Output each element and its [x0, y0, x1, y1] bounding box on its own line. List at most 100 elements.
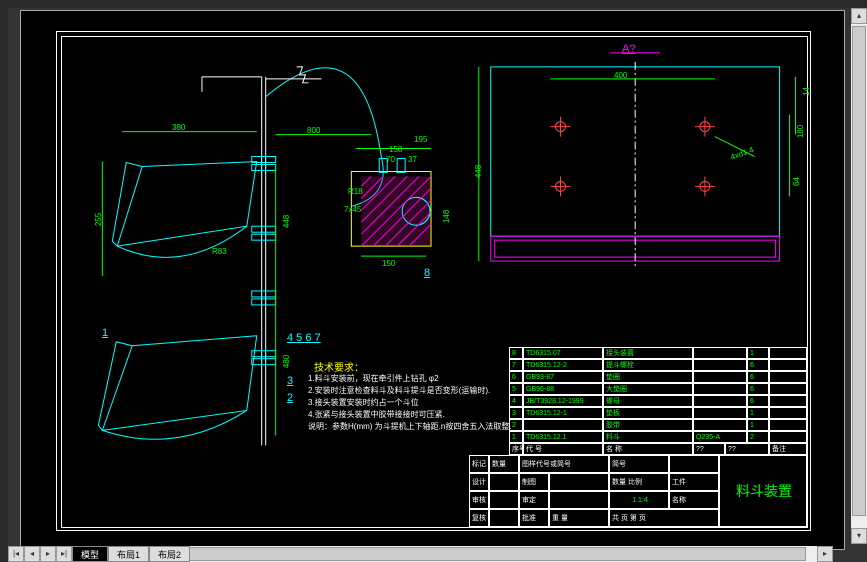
- notes-title: 技术要求：: [314, 359, 364, 374]
- bom-r2-no: 2: [509, 419, 523, 431]
- leader-1: 1: [102, 327, 108, 339]
- bom-r8-no: 8: [509, 347, 523, 359]
- bom-r1-mat: Q235-A: [693, 431, 747, 443]
- bom-r1-name: 料斗: [603, 431, 693, 443]
- bom-r8-mat: [693, 347, 747, 359]
- tab-last-icon[interactable]: ▸|: [56, 546, 72, 562]
- tb-f13: 复核: [469, 509, 489, 527]
- dim-380: 380: [172, 123, 185, 132]
- bom-r6-name: 垫圈: [603, 371, 693, 383]
- tab-layout2[interactable]: 布局2: [149, 546, 190, 562]
- dim-37: 37: [408, 155, 417, 164]
- note-2: 2.安装时注意检查料斗及料斗提斗是否变形(运输时).: [308, 385, 512, 397]
- bom-r2-name: 胶带: [603, 419, 693, 431]
- bom-r8-code: TD6315.07: [523, 347, 603, 359]
- leader-2: 2: [287, 392, 293, 404]
- tb-f2: 数量: [489, 455, 519, 473]
- bom-r1-qty: 2: [747, 431, 769, 443]
- tab-prev-icon[interactable]: ◂: [24, 546, 40, 562]
- dim-255: 255: [94, 213, 103, 226]
- ruler-horizontal: [0, 0, 867, 8]
- scroll-up-icon[interactable]: ▴: [851, 8, 867, 24]
- dim-14: 14: [802, 87, 811, 96]
- title-block: 标记 数量 图样代号或简号 简号 设计 制图 数量 比例 工件 审核 审定 1: [469, 455, 807, 527]
- scroll-thumb-v[interactable]: [852, 26, 866, 516]
- scroll-down-icon[interactable]: ▾: [851, 528, 867, 544]
- drawing-frame-inner: A? 380 255 R83 800 448 480 150 195 70 37…: [61, 36, 808, 528]
- dim-480: 480: [282, 355, 291, 368]
- tab-next-icon[interactable]: ▸: [40, 546, 56, 562]
- dim-7x45: 7x45: [344, 205, 361, 214]
- bom-r5-name: 大垫圈: [603, 383, 693, 395]
- dim-148: 148: [442, 210, 451, 223]
- bom-r4-qty: 6: [747, 395, 769, 407]
- note-5: 说明：参数H(mm) 为斗提机上下轴距.n按四舍五入法取整.: [308, 421, 512, 433]
- bom-r7-code: TD6315.12-2: [523, 359, 603, 371]
- dim-800: 800: [307, 126, 320, 135]
- bom-r7-qty: 6: [747, 359, 769, 371]
- bom-r7-name: 提斗螺栓: [603, 359, 693, 371]
- bom-hdr-5: ??: [725, 443, 769, 455]
- note-4: 4.张紧与接头装置中胶带接接时可压紧.: [308, 409, 512, 421]
- dim-150a: 150: [389, 145, 402, 154]
- bom-hdr-3: 名 称: [603, 443, 693, 455]
- tb-f11: 1 1:4: [609, 491, 669, 509]
- dim-150b: 150: [382, 259, 395, 268]
- tb-f10: 审定: [519, 491, 549, 509]
- dim-R18: R18: [348, 187, 363, 196]
- tb-f15: 重 量: [549, 509, 609, 527]
- tb-f8: 工件: [669, 473, 719, 491]
- section-marker: A?: [622, 43, 635, 55]
- bom-r3-qty: 1: [747, 407, 769, 419]
- tab-layout1[interactable]: 布局1: [108, 546, 149, 562]
- bom-r4-name: 螺母: [603, 395, 693, 407]
- leader-3: 3: [287, 375, 293, 387]
- dim-448r: 448: [474, 165, 483, 178]
- bom-r4-code: JB/T3928.12-1999: [523, 395, 603, 407]
- bom-r1-no: 1: [509, 431, 523, 443]
- bom-r1-code: TD6315.12.1: [523, 431, 603, 443]
- note-3: 3.接头装置安装时约占一个斗位: [308, 397, 512, 409]
- bom-r2-code: [523, 419, 603, 431]
- bom-hdr-2: 代 号: [523, 443, 603, 455]
- dim-64: 64: [792, 177, 801, 186]
- scroll-right-icon[interactable]: ▸: [817, 546, 833, 562]
- bom-r6-qty: 6: [747, 371, 769, 383]
- bom-hdr-1: 序号: [509, 443, 523, 455]
- bom-r2-qty: 1: [747, 419, 769, 431]
- dim-180: 180: [796, 125, 805, 138]
- bom-r5-qty: 6: [747, 383, 769, 395]
- tab-first-icon[interactable]: |◂: [8, 546, 24, 562]
- bom-r6-no: 6: [509, 371, 523, 383]
- scrollbar-vertical[interactable]: ▴ ▾: [851, 8, 867, 544]
- tb-f14: 批准: [519, 509, 549, 527]
- dim-195: 195: [414, 135, 427, 144]
- bom-r2-mat: [693, 419, 747, 431]
- tb-f12: 名称: [669, 491, 719, 509]
- tb-f6: 制图: [519, 473, 549, 491]
- drawing-canvas[interactable]: A? 380 255 R83 800 448 480 150 195 70 37…: [20, 10, 845, 550]
- tb-f9: 审核: [469, 491, 489, 509]
- bom-r8-qty: 1: [747, 347, 769, 359]
- bom-hdr-6: 备注: [769, 443, 807, 455]
- drawing-frame-outer: A? 380 255 R83 800 448 480 150 195 70 37…: [56, 31, 811, 531]
- dim-448l: 448: [282, 215, 291, 228]
- bom-r3-no: 3: [509, 407, 523, 419]
- tb-f5: 设计: [469, 473, 489, 491]
- bom-table: 8 TD6315.07 接头装置 1 7 TD6315.12-2 提斗螺栓 6 …: [509, 347, 807, 455]
- tech-notes: 1.料斗安装前，现在牵引件上钻孔 φ2 2.安装时注意检查料斗及料斗提斗是否变形…: [308, 373, 512, 433]
- leader-8: 8: [424, 267, 430, 279]
- dim-R83: R83: [212, 247, 227, 256]
- ruler-vertical: [0, 0, 8, 562]
- bom-r3-code: TD6315.12-1: [523, 407, 603, 419]
- bom-r6-code: GB93-87: [523, 371, 603, 383]
- tb-f1: 标记: [469, 455, 489, 473]
- bom-r5-no: 5: [509, 383, 523, 395]
- bom-r8-name: 接头装置: [603, 347, 693, 359]
- tab-model[interactable]: 模型: [72, 546, 108, 562]
- bom-r7-no: 7: [509, 359, 523, 371]
- tb-f3: 图样代号或简号: [519, 455, 609, 473]
- tb-f4: 简号: [609, 455, 669, 473]
- bom-r5-code: GB96-88: [523, 383, 603, 395]
- bom-r4-no: 4: [509, 395, 523, 407]
